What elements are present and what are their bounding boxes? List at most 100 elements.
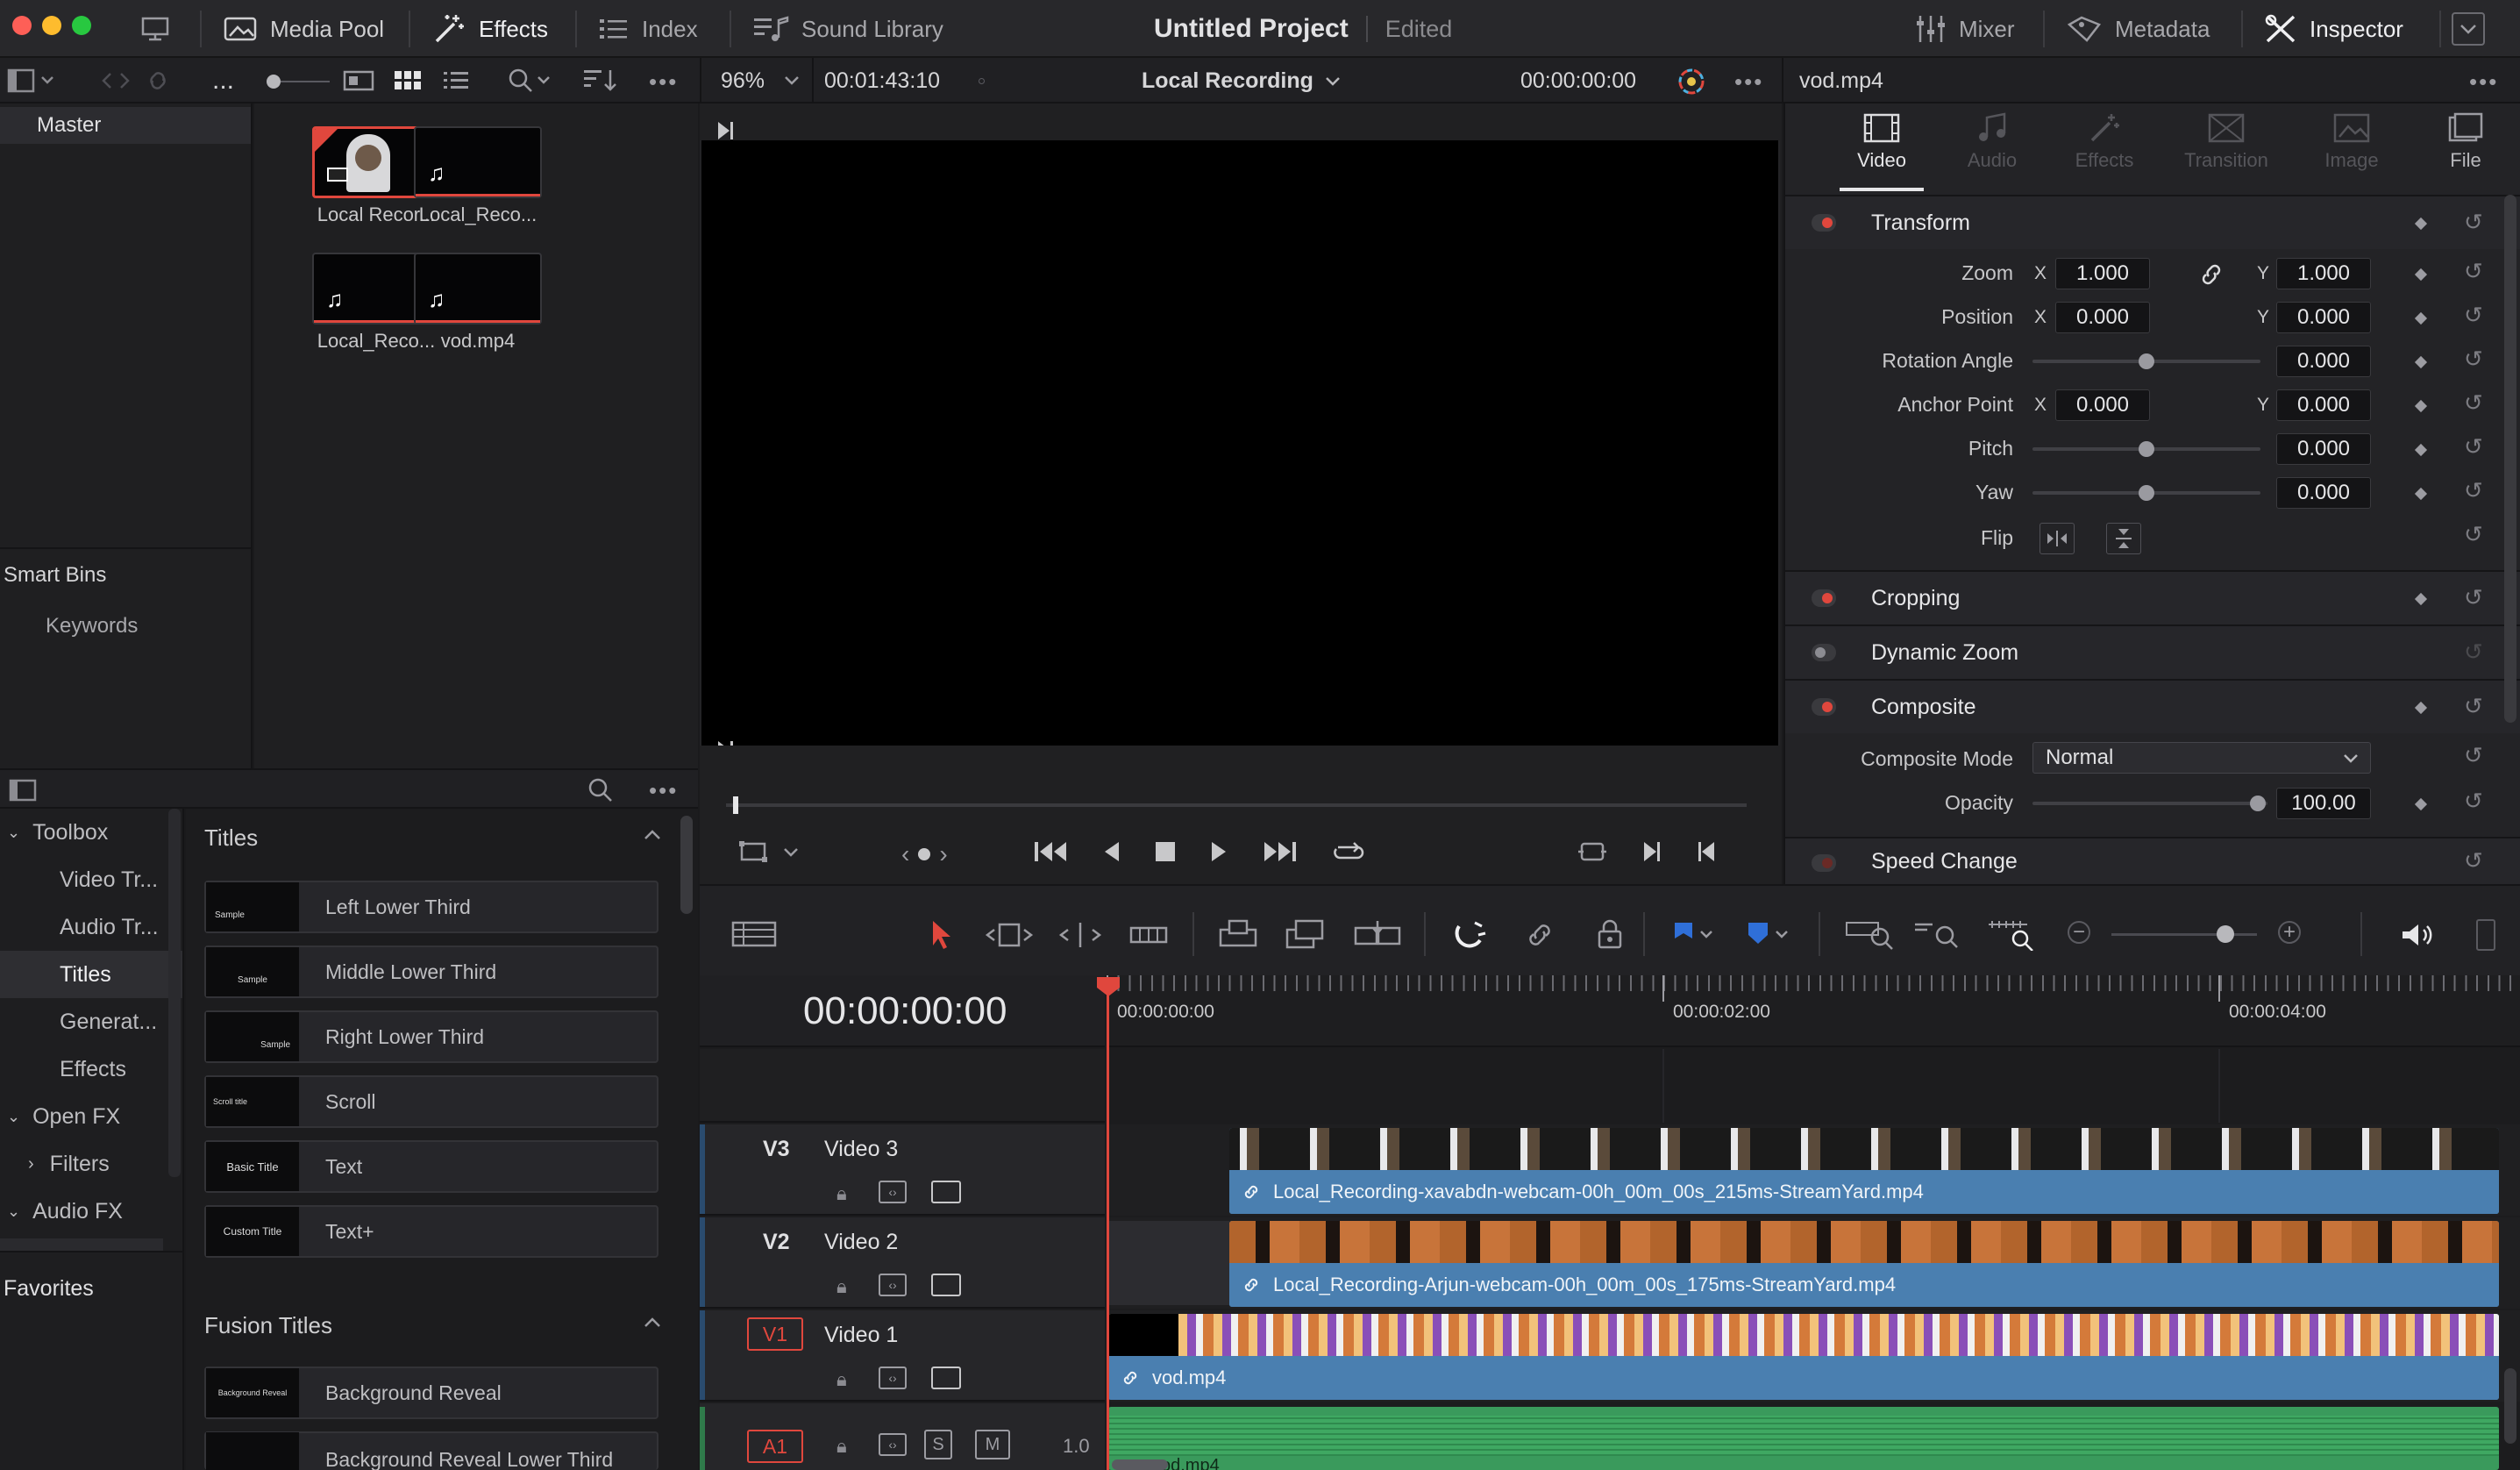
flip-reset-icon[interactable]: ↺ (2464, 521, 2483, 548)
viewer-scrubber[interactable] (726, 803, 1747, 807)
title-item-right-lower-third[interactable]: Sample Right Lower Third (204, 1010, 658, 1063)
composite-keyframe-icon[interactable] (2414, 701, 2428, 715)
linked-selection-icon[interactable] (1522, 919, 1557, 951)
track-enable-icon[interactable] (931, 1367, 961, 1389)
opacity-keyframe-icon[interactable] (2414, 797, 2428, 811)
position-keyframe-icon[interactable] (2414, 311, 2428, 325)
track-header-v2[interactable]: V2 Video 2 🔒︎ ‹› (700, 1217, 1105, 1309)
zoom-y-field[interactable]: 1.000 (2276, 258, 2371, 289)
play-icon[interactable] (1210, 838, 1229, 865)
last-frame-icon[interactable] (1263, 838, 1298, 865)
solo-button[interactable]: S (924, 1430, 952, 1459)
viewer-playhead[interactable] (733, 796, 738, 814)
clip-a1[interactable]: vod.mp4 (1108, 1407, 2499, 1470)
rotation-field[interactable]: 0.000 (2276, 346, 2371, 377)
anchor-reset-icon[interactable]: ↺ (2464, 389, 2483, 417)
effects-options-icon[interactable]: ••• (649, 777, 678, 804)
effects-search-icon[interactable] (587, 777, 614, 803)
dynamic-trim-icon[interactable] (1057, 921, 1103, 949)
track-header-v3[interactable]: V3 Video 3 🔒︎ ‹› (700, 1124, 1105, 1216)
track-header-a1[interactable]: A1 🔒︎ ‹› S M 1.0 (700, 1403, 1105, 1470)
effects-list-scrollbar[interactable] (680, 816, 693, 914)
media-pool-options-icon[interactable]: ••• (649, 68, 678, 96)
match-frame-icon[interactable] (1577, 838, 1608, 865)
tree-item-generators[interactable]: Generat... (60, 998, 157, 1045)
title-item-text-plus[interactable]: Custom Title Text+ (204, 1205, 658, 1258)
dynamic-zoom-enable-toggle[interactable] (1812, 644, 1836, 661)
inspector-options-icon[interactable]: ••• (2469, 68, 2498, 96)
zoom-out-button[interactable]: − (2068, 920, 2090, 944)
effects-tab[interactable]: Effects (431, 0, 548, 58)
workspace-icon-button[interactable] (140, 0, 170, 58)
anchor-keyframe-icon[interactable] (2414, 399, 2428, 413)
media-thumbnail-4[interactable]: ♫ (414, 253, 542, 325)
metadata-view-icon[interactable] (342, 68, 375, 93)
more-options-button[interactable]: ... (212, 58, 234, 103)
search-icon[interactable] (507, 67, 556, 95)
opacity-reset-icon[interactable]: ↺ (2464, 788, 2483, 815)
timeline-zoom-slider[interactable] (2111, 933, 2257, 936)
anchor-y-field[interactable]: 0.000 (2276, 389, 2371, 421)
fusion-item-background-reveal-lower-third[interactable]: Background Reveal Lower Third (204, 1431, 658, 1470)
inspector-tab-image[interactable]: Image (2301, 112, 2403, 184)
snapping-magnet-icon[interactable] (1452, 919, 1487, 951)
viewer-zoom-select[interactable]: 96% (721, 58, 765, 103)
mixer-tab[interactable]: Mixer (1915, 0, 2015, 58)
zoom-window-button[interactable] (72, 16, 91, 35)
chevron-down-icon[interactable] (782, 70, 801, 89)
yaw-slider-knob[interactable] (2139, 485, 2154, 501)
auto-select-icon[interactable]: ‹› (879, 1274, 907, 1296)
favorites-heading[interactable]: Favorites (4, 1265, 94, 1312)
zoom-keyframe-icon[interactable] (2414, 268, 2428, 282)
timeline-playhead[interactable] (1107, 977, 1109, 1470)
composite-mode-reset-icon[interactable]: ↺ (2464, 742, 2483, 769)
viewer-recording-title[interactable]: Local Recording (1142, 58, 1347, 103)
media-thumbnail-2[interactable]: ♫ (414, 126, 542, 198)
overwrite-clip-icon[interactable] (1284, 917, 1326, 951)
timeline-view-options-icon[interactable] (731, 921, 777, 947)
destination-track-a1[interactable]: A1 (747, 1430, 803, 1463)
thumbnail-size-slider[interactable] (261, 74, 331, 89)
flag-icon[interactable] (1669, 919, 1719, 951)
volume-speaker-icon[interactable] (2399, 921, 2434, 949)
speed-change-section-header[interactable]: Speed Change ↺ (1785, 837, 2520, 884)
grid-view-icon[interactable] (393, 68, 423, 93)
rotation-reset-icon[interactable]: ↺ (2464, 346, 2483, 373)
tree-item-audio-transitions[interactable]: Audio Tr... (60, 903, 159, 951)
lock-track-icon[interactable]: 🔒︎ (836, 1275, 847, 1298)
transform-reset-icon[interactable]: ↺ (2464, 209, 2483, 236)
title-item-middle-lower-third[interactable]: Sample Middle Lower Third (204, 946, 658, 998)
dynamic-zoom-section-header[interactable]: Dynamic Zoom ↺ (1785, 624, 2520, 679)
opacity-field[interactable]: 100.00 (2276, 788, 2371, 819)
stop-icon[interactable] (1154, 838, 1177, 865)
marker-icon[interactable] (1745, 919, 1794, 951)
clip-v2[interactable]: Local_Recording-Arjun-webcam-00h_00m_00s… (1229, 1221, 2499, 1307)
tree-item-toolbox[interactable]: ⌄ Toolbox (7, 809, 108, 856)
frame-nudge-control[interactable]: ‹ › (901, 840, 948, 868)
viewer-options-icon[interactable]: ••• (1734, 68, 1763, 96)
composite-reset-icon[interactable]: ↺ (2464, 693, 2483, 720)
inspector-tab-file[interactable]: File (2420, 112, 2511, 184)
effects-sidebar-toggle-icon[interactable] (9, 779, 37, 802)
zoom-x-field[interactable]: 1.000 (2055, 258, 2150, 289)
destination-track-v1[interactable]: V1 (747, 1317, 803, 1351)
composite-mode-select[interactable]: Normal (2032, 742, 2371, 774)
reverse-play-icon[interactable] (1101, 838, 1121, 865)
metadata-tab[interactable]: Metadata (2066, 0, 2210, 58)
link-chain-icon[interactable] (2199, 263, 2224, 286)
tree-item-video-transitions[interactable]: Video Tr... (60, 856, 158, 903)
sort-icon[interactable] (582, 67, 621, 95)
master-bin[interactable]: Master (0, 107, 251, 144)
inspector-tab-effects[interactable]: Effects (2054, 112, 2155, 184)
cropping-keyframe-icon[interactable] (2414, 592, 2428, 606)
minimize-window-button[interactable] (42, 16, 61, 35)
pitch-slider-knob[interactable] (2139, 441, 2154, 457)
auto-select-icon[interactable]: ‹› (879, 1433, 907, 1456)
rotation-slider-knob[interactable] (2139, 353, 2154, 369)
composite-enable-toggle[interactable] (1812, 698, 1836, 716)
keywords-smart-bin[interactable]: Keywords (46, 614, 138, 639)
pitch-keyframe-icon[interactable] (2414, 443, 2428, 457)
inspector-tab-audio[interactable]: Audio (1943, 112, 2041, 184)
opacity-slider-knob[interactable] (2250, 796, 2266, 811)
speed-change-enable-toggle[interactable] (1812, 854, 1836, 872)
